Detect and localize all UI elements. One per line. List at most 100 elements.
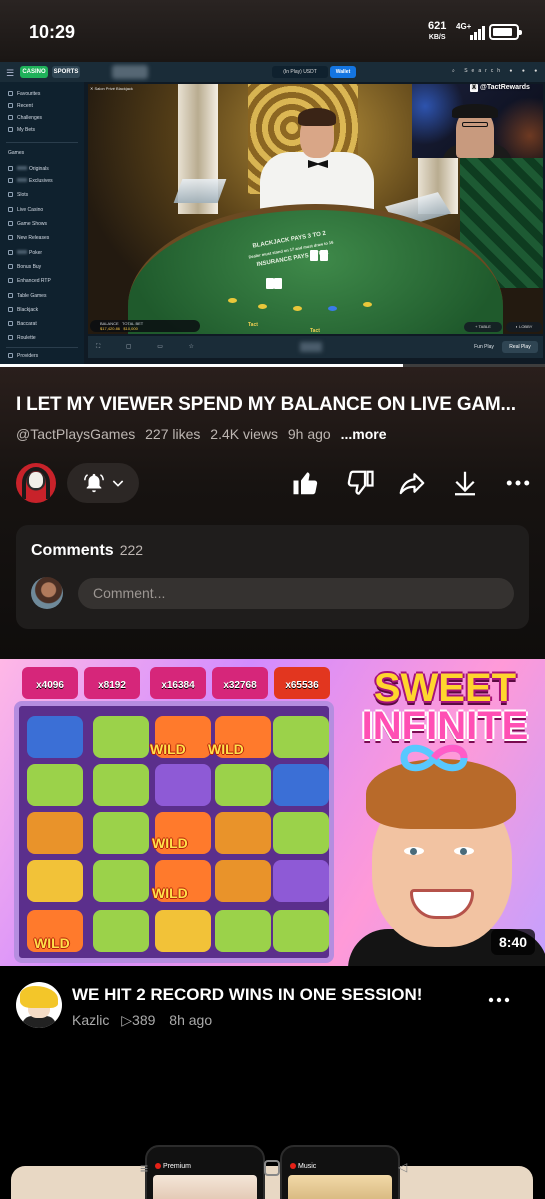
network-speed-unit: KB/S: [428, 34, 446, 41]
upload-time: 9h ago: [287, 426, 331, 442]
sidebar-item-my-bets: My Bets: [8, 127, 35, 133]
download-icon[interactable]: [450, 468, 480, 498]
status-bar: 10:29 621 KB/S 4G+: [0, 0, 545, 62]
wild-symbol: WILD: [152, 885, 188, 901]
signal-icon: [462, 24, 485, 40]
next-video-title[interactable]: WE HIT 2 RECORD WINS IN ONE SESSION!: [72, 985, 422, 1005]
sidebar-item-favourites: Favourites: [8, 91, 40, 97]
thumbnail-title: SWEET INFINITE: [361, 666, 529, 748]
recents-icon[interactable]: ≡: [140, 1160, 148, 1176]
sidebar-item-originals: Originals: [8, 166, 49, 172]
sidebar-item-poker: Poker: [8, 250, 42, 256]
music-preview[interactable]: Music: [280, 1145, 400, 1199]
more-link[interactable]: ...more: [341, 426, 387, 442]
wild-symbol: WILD: [34, 935, 70, 951]
channel-name: Kazlic: [72, 1012, 110, 1028]
view-count: 2.4K views: [210, 426, 278, 442]
subscribed-button[interactable]: [67, 463, 139, 503]
streamer-handle: X @TactRewards: [470, 84, 530, 92]
sidebar-item-challenges: Challenges: [8, 115, 42, 121]
upload-time: 8h ago: [169, 1012, 213, 1028]
like-count: 227 likes: [145, 426, 201, 442]
music-label: Music: [290, 1163, 316, 1170]
casino-tab: CASINO: [20, 66, 48, 78]
video-details: I LET MY VIEWER SPEND MY BALANCE ON LIVE…: [0, 367, 545, 659]
site-search-label: Search: [464, 68, 505, 74]
youtube-icon: [155, 1163, 161, 1169]
view-count: ▷389: [121, 1012, 156, 1028]
multiplier-badge: x16384: [150, 667, 206, 699]
bell-icon: [84, 473, 104, 493]
sidebar-item-live-casino: Live Casino: [8, 207, 43, 213]
balance-select: (In Play) USDT: [272, 66, 328, 78]
game-footer-icons: ⛶ ▢ ▭ ☆: [96, 344, 206, 350]
multiplier-badge: x65536: [274, 667, 330, 699]
menu-icon: ☰: [6, 68, 15, 78]
site-sidebar: Favourites Recent Challenges My Bets Gam…: [0, 82, 84, 367]
back-icon[interactable]: ◁: [398, 1160, 407, 1174]
youtube-music-icon: [290, 1163, 296, 1169]
premium-label: Premium: [155, 1163, 191, 1170]
real-play-button: Real Play: [502, 341, 538, 353]
site-search: ⌕ Search ● ● ●: [452, 68, 542, 74]
home-icon[interactable]: [264, 1160, 280, 1176]
sidebar-item-game-shows: Game Shows: [8, 221, 47, 227]
video-title[interactable]: I LET MY VIEWER SPEND MY BALANCE ON LIVE…: [16, 394, 536, 416]
network-speed: 621 KB/S: [428, 21, 446, 42]
next-video-meta: Kazlic ▷389 8h ago: [72, 1012, 212, 1029]
card-shoe: [173, 179, 227, 203]
status-time: 10:29: [29, 22, 76, 42]
site-header: ☰ CASINO SPORTS (In Play) USDT Wallet ⌕ …: [0, 62, 545, 82]
total-bet-value: $10,000: [123, 326, 138, 331]
balance-display: BALANCE TOTAL BET $17,420.86 $10,000: [90, 320, 200, 332]
sidebar-item-roulette: Roulette: [8, 335, 36, 341]
sidebar-item-table-games: Table Games: [8, 293, 46, 299]
video-player[interactable]: ☰ CASINO SPORTS (In Play) USDT Wallet ⌕ …: [0, 62, 545, 367]
share-icon[interactable]: [397, 468, 427, 498]
thumbs-up-icon[interactable]: [291, 468, 321, 498]
sidebar-item-slots: Slots: [8, 192, 28, 198]
thumbs-down-icon[interactable]: [345, 468, 375, 498]
game-title: ✕ Salon Privé Blackjack: [90, 86, 133, 91]
wild-symbol: WILD: [152, 835, 188, 851]
more-icon[interactable]: [487, 988, 511, 1012]
wild-symbol: WILD: [150, 741, 186, 757]
sidebar-item-bonus-buy: Bonus Buy: [8, 264, 41, 270]
comments-heading: Comments 222: [31, 542, 144, 559]
comment-input[interactable]: Comment...: [78, 578, 514, 609]
premium-preview[interactable]: Premium: [145, 1145, 265, 1199]
play-icon: ▷: [121, 1012, 133, 1028]
sidebar-item-recent: Recent: [8, 103, 33, 109]
game-footer: ⛶ ▢ ▭ ☆ Fun Play Real Play: [88, 336, 543, 358]
channel-avatar[interactable]: [16, 982, 62, 1028]
lobby-button: ◐ LOBBY: [506, 322, 542, 332]
comments-count: 222: [119, 542, 144, 558]
x-logo-icon: X: [470, 84, 478, 92]
sports-tab: SPORTS: [52, 66, 80, 78]
duration-badge: 8:40: [491, 929, 536, 955]
battery-icon: [489, 24, 522, 40]
balance-value: $17,420.86: [100, 326, 121, 331]
table-button: + TABLE: [464, 322, 502, 332]
next-video-thumbnail[interactable]: x4096 x8192 x16384 x32768 x65536 WILD WI…: [0, 659, 545, 966]
video-meta[interactable]: @TactPlaysGames 227 likes 2.4K views 9h …: [16, 426, 387, 442]
channel-handle: @TactPlaysGames: [16, 426, 136, 442]
sidebar-games-heading: Games: [8, 150, 25, 156]
sidebar-item-providers: Providers: [8, 353, 38, 359]
sidebar-item-baccarat: Baccarat: [8, 321, 37, 327]
sidebar-item-blackjack: Blackjack: [8, 307, 38, 313]
webcam-overlay: [412, 84, 543, 158]
multiplier-badge: x8192: [84, 667, 140, 699]
multiplier-badge: x4096: [22, 667, 78, 699]
fun-play-button: Fun Play: [474, 344, 494, 350]
sidebar-item-exclusives: Exclusives: [8, 178, 53, 184]
channel-avatar[interactable]: [16, 463, 56, 503]
user-avatar: [31, 577, 63, 609]
chevron-down-icon: [112, 480, 124, 487]
watermark: Tact: [310, 328, 320, 334]
comments-section[interactable]: Comments 222 Comment...: [16, 525, 529, 629]
infinity-icon: [400, 744, 468, 772]
blurred-logo: [112, 65, 148, 79]
sidebar-item-enhanced-rtp: Enhanced RTP: [8, 278, 51, 284]
more-icon[interactable]: [503, 468, 533, 498]
